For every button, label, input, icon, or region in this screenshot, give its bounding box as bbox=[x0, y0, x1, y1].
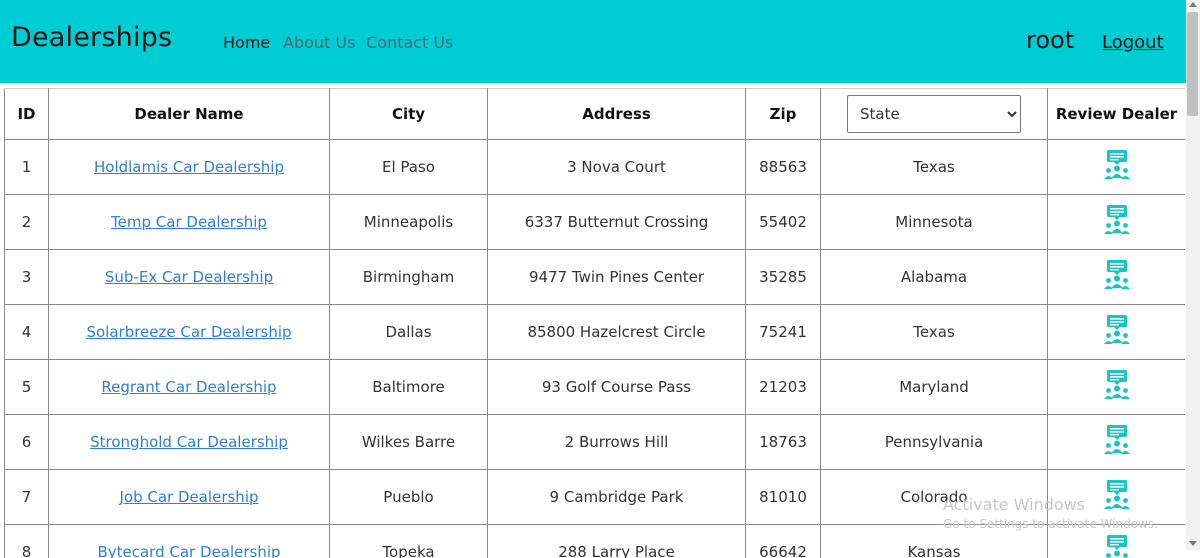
cell-zip: 75241 bbox=[746, 305, 821, 360]
column-header-review-dealer: Review Dealer bbox=[1048, 89, 1186, 140]
cell-id: 6 bbox=[5, 415, 49, 470]
cell-review bbox=[1048, 415, 1186, 470]
dealer-link[interactable]: Holdlamis Car Dealership bbox=[94, 158, 284, 176]
cell-dealer-name: Job Car Dealership bbox=[49, 470, 330, 525]
cell-address: 9477 Twin Pines Center bbox=[488, 250, 746, 305]
username-label: root bbox=[1026, 26, 1074, 54]
cell-city: El Paso bbox=[330, 140, 488, 195]
cell-state: Maryland bbox=[821, 360, 1048, 415]
cell-city: Pueblo bbox=[330, 470, 488, 525]
activate-windows-watermark: Activate Windows Go to Settings to activ… bbox=[943, 495, 1158, 531]
cell-zip: 81010 bbox=[746, 470, 821, 525]
watermark-title: Activate Windows bbox=[943, 495, 1158, 514]
cell-address: 6337 Butternut Crossing bbox=[488, 195, 746, 250]
table-row: 1 Holdlamis Car Dealership El Paso3 Nova C… bbox=[5, 140, 1186, 195]
cell-id: 2 bbox=[5, 195, 49, 250]
column-header-id: ID bbox=[5, 89, 49, 140]
watermark-subtitle: Go to Settings to activate Windows. bbox=[943, 517, 1158, 531]
cell-dealer-name: Sub-Ex Car Dealership bbox=[49, 250, 330, 305]
table-row: 5 Regrant Car Dealership Baltimore93 Golf … bbox=[5, 360, 1186, 415]
cell-id: 3 bbox=[5, 250, 49, 305]
cell-zip: 88563 bbox=[746, 140, 821, 195]
cell-address: 93 Golf Course Pass bbox=[488, 360, 746, 415]
review-dealer-icon[interactable] bbox=[1103, 314, 1131, 346]
nav-link-contact[interactable]: Contact Us bbox=[366, 33, 453, 52]
review-dealer-icon[interactable] bbox=[1103, 204, 1131, 236]
logout-link[interactable]: Logout bbox=[1102, 32, 1164, 53]
cell-id: 7 bbox=[5, 470, 49, 525]
nav-link-home[interactable]: Home bbox=[223, 33, 270, 52]
scroll-up-arrow-icon[interactable] bbox=[1189, 2, 1197, 7]
cell-state: Texas bbox=[821, 305, 1048, 360]
column-header-dealer-name: Dealer Name bbox=[49, 89, 330, 140]
cell-review bbox=[1048, 250, 1186, 305]
cell-address: 288 Larry Place bbox=[488, 525, 746, 558]
dealer-link[interactable]: Solarbreeze Car Dealership bbox=[86, 323, 291, 341]
cell-review bbox=[1048, 195, 1186, 250]
cell-dealer-name: Solarbreeze Car Dealership bbox=[49, 305, 330, 360]
cell-address: 2 Burrows Hill bbox=[488, 415, 746, 470]
scroll-down-arrow-icon[interactable] bbox=[1189, 541, 1197, 546]
cell-dealer-name: Bytecard Car Dealership bbox=[49, 525, 330, 558]
state-filter-select[interactable]: State bbox=[847, 95, 1021, 133]
cell-state: Texas bbox=[821, 140, 1048, 195]
dealer-link[interactable]: Job Car Dealership bbox=[119, 488, 258, 506]
dealer-link[interactable]: Temp Car Dealership bbox=[111, 213, 267, 231]
scrollbar-thumb[interactable] bbox=[1187, 12, 1198, 116]
cell-address: 85800 Hazelcrest Circle bbox=[488, 305, 746, 360]
dealerships-table: ID Dealer Name City Address Zip State Re… bbox=[4, 88, 1185, 558]
cell-zip: 35285 bbox=[746, 250, 821, 305]
review-dealer-icon[interactable] bbox=[1103, 369, 1131, 401]
column-header-state: State bbox=[821, 89, 1048, 140]
review-dealer-icon[interactable] bbox=[1103, 534, 1131, 558]
cell-address: 9 Cambridge Park bbox=[488, 470, 746, 525]
column-header-zip: Zip bbox=[746, 89, 821, 140]
cell-zip: 21203 bbox=[746, 360, 821, 415]
cell-id: 8 bbox=[5, 525, 49, 558]
column-header-address: Address bbox=[488, 89, 746, 140]
cell-dealer-name: Regrant Car Dealership bbox=[49, 360, 330, 415]
cell-review bbox=[1048, 140, 1186, 195]
cell-state: Alabama bbox=[821, 250, 1048, 305]
cell-zip: 66642 bbox=[746, 525, 821, 558]
cell-review bbox=[1048, 360, 1186, 415]
review-dealer-icon[interactable] bbox=[1103, 424, 1131, 456]
table-row: 4 Solarbreeze Car Dealership Dallas85800 H… bbox=[5, 305, 1186, 360]
table-header-row: ID Dealer Name City Address Zip State Re… bbox=[5, 89, 1186, 140]
cell-city: Minneapolis bbox=[330, 195, 488, 250]
cell-id: 5 bbox=[5, 360, 49, 415]
cell-state: Pennsylvania bbox=[821, 415, 1048, 470]
cell-review bbox=[1048, 305, 1186, 360]
dealer-link[interactable]: Sub-Ex Car Dealership bbox=[105, 268, 273, 286]
cell-id: 1 bbox=[5, 140, 49, 195]
dealer-link[interactable]: Regrant Car Dealership bbox=[101, 378, 276, 396]
cell-address: 3 Nova Court bbox=[488, 140, 746, 195]
brand-title[interactable]: Dealerships bbox=[11, 22, 172, 53]
review-dealer-icon[interactable] bbox=[1103, 259, 1131, 291]
navbar: Dealerships Home About Us Contact Us roo… bbox=[0, 0, 1186, 83]
review-dealer-icon[interactable] bbox=[1103, 149, 1131, 181]
cell-id: 4 bbox=[5, 305, 49, 360]
cell-city: Wilkes Barre bbox=[330, 415, 488, 470]
cell-zip: 18763 bbox=[746, 415, 821, 470]
cell-city: Dallas bbox=[330, 305, 488, 360]
cell-dealer-name: Holdlamis Car Dealership bbox=[49, 140, 330, 195]
cell-city: Baltimore bbox=[330, 360, 488, 415]
cell-dealer-name: Stronghold Car Dealership bbox=[49, 415, 330, 470]
nav-link-about[interactable]: About Us bbox=[283, 33, 355, 52]
cell-state: Minnesota bbox=[821, 195, 1048, 250]
column-header-city: City bbox=[330, 89, 488, 140]
cell-zip: 55402 bbox=[746, 195, 821, 250]
cell-dealer-name: Temp Car Dealership bbox=[49, 195, 330, 250]
dealerships-table-container: ID Dealer Name City Address Zip State Re… bbox=[4, 88, 1185, 558]
table-row: 2 Temp Car Dealership Minneapolis6337 Butt… bbox=[5, 195, 1186, 250]
dealer-link[interactable]: Bytecard Car Dealership bbox=[97, 543, 280, 558]
cell-city: Birmingham bbox=[330, 250, 488, 305]
dealer-link[interactable]: Stronghold Car Dealership bbox=[90, 433, 288, 451]
table-row: 3 Sub-Ex Car Dealership Birmingham9477 Twi… bbox=[5, 250, 1186, 305]
table-row: 6 Stronghold Car Dealership Wilkes Barre2 … bbox=[5, 415, 1186, 470]
cell-city: Topeka bbox=[330, 525, 488, 558]
